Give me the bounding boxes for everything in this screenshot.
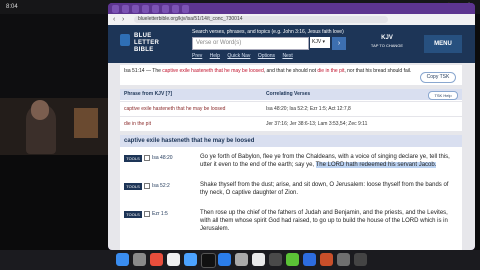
finder-icon[interactable] [116, 253, 129, 266]
cross-reference-table: Phrase from KJV [?] Correlating Verses T… [120, 89, 462, 131]
browser-window: ‹ › blueletterbible.org/kjv/isa/51/14/t_… [108, 3, 475, 250]
tsk-help-button[interactable]: TSK Help [428, 91, 458, 100]
dock [0, 250, 480, 270]
tab[interactable] [122, 5, 129, 13]
tools-button[interactable]: TOOLS [124, 211, 142, 218]
tools-button[interactable]: TOOLS [124, 155, 142, 162]
calendar-icon[interactable] [167, 253, 180, 266]
options-link[interactable]: Options [258, 53, 275, 59]
next-link[interactable]: Next [282, 53, 292, 59]
quick-nav-link[interactable]: Quick Nav [227, 53, 250, 59]
verse-ref-link[interactable]: Isa 52:2 [152, 183, 170, 189]
person-head [31, 100, 49, 120]
desktop-background-right [475, 14, 480, 250]
url-field[interactable]: blueletterbible.org/kjv/isa/51/14/t_conc… [134, 16, 388, 23]
checkbox[interactable] [144, 183, 150, 189]
app-store-icon[interactable] [218, 253, 231, 266]
results-title: captive exile hasteneth that he may be l… [120, 135, 462, 147]
clock: 8:04 [6, 4, 18, 10]
search-hint: Search verses, phrases, and topics (e.g.… [192, 29, 344, 35]
version-toggle[interactable]: KJV TAP TO CHANGE [366, 35, 408, 50]
trash-icon[interactable] [354, 253, 367, 266]
webcam-overlay [0, 98, 108, 155]
table-row[interactable]: captive exile hasteneth that he may be l… [120, 101, 462, 116]
lamp-shape [74, 108, 98, 138]
tools-button[interactable]: TOOLS [124, 183, 142, 190]
version-select[interactable]: KJV ▾ [310, 37, 330, 48]
verse-text: Then rose up the chief of the fathers of… [200, 210, 448, 232]
table-header: Phrase from KJV [?] Correlating Verses T… [120, 89, 462, 100]
app-icon[interactable] [320, 253, 333, 266]
desktop-background [0, 155, 108, 250]
verse-ref-link[interactable]: Ezr 1:5 [152, 211, 168, 217]
tab[interactable] [112, 5, 119, 13]
checkbox[interactable] [144, 211, 150, 217]
verse-ref-link[interactable]: Isa 48:20 [152, 155, 173, 161]
menu-button[interactable]: MENU [424, 35, 462, 53]
search-go-button[interactable]: › [332, 37, 346, 50]
phrase-link[interactable]: die in the pit [317, 68, 344, 74]
help-link[interactable]: Help [210, 53, 220, 59]
phrase-link[interactable]: captive exile hasteneth that he may be l… [162, 68, 263, 74]
page-content: BLUE LETTER BIBLE Search verses, phrases… [108, 25, 475, 250]
tab[interactable] [132, 5, 139, 13]
verse-text: Go ye forth of Babylon, flee ye from the… [200, 154, 450, 168]
app-icon[interactable] [184, 253, 197, 266]
terminal-icon[interactable] [201, 253, 216, 268]
results-panel: captive exile hasteneth that he may be l… [120, 135, 462, 250]
search-input[interactable]: Verse or Word(s) [192, 37, 309, 50]
prev-link[interactable]: Prev [192, 53, 202, 59]
launchpad-icon[interactable] [133, 253, 146, 266]
verse-text: Shake thyself from the dust; arise, and … [200, 182, 449, 196]
app-icon[interactable] [337, 253, 350, 266]
table-row[interactable]: die in the pit Jer 37:16; Jer 38:6-13; L… [120, 116, 462, 131]
tab[interactable] [142, 5, 149, 13]
app-icon[interactable] [269, 253, 282, 266]
zoom-icon[interactable] [303, 253, 316, 266]
header-links: Prev Help Quick Nav Options Next [192, 53, 299, 59]
back-button[interactable]: ‹ [113, 16, 115, 23]
messages-icon[interactable] [286, 253, 299, 266]
address-bar: ‹ › blueletterbible.org/kjv/isa/51/14/t_… [108, 14, 475, 25]
tab[interactable] [152, 5, 159, 13]
site-header: BLUE LETTER BIBLE Search verses, phrases… [108, 25, 475, 63]
checkbox[interactable] [144, 155, 150, 161]
tab[interactable] [182, 5, 189, 13]
photos-icon[interactable] [252, 253, 265, 266]
book-icon [120, 34, 130, 46]
selected-text: The LORD hath redeemed his servant Jacob… [315, 162, 437, 168]
verse-text: Isa 51:14 — The captive exile hasteneth … [124, 68, 412, 74]
chrome-icon[interactable] [150, 253, 163, 266]
copy-tsk-button[interactable]: Copy TSK [420, 72, 456, 83]
verse-box: Isa 51:14 — The captive exile hasteneth … [120, 65, 462, 85]
forward-button[interactable]: › [122, 16, 124, 23]
blb-logo[interactable]: BLUE LETTER BIBLE [120, 33, 159, 54]
tab-strip [108, 3, 475, 14]
settings-icon[interactable] [235, 253, 248, 266]
tab[interactable] [162, 5, 169, 13]
tab[interactable] [172, 5, 179, 13]
